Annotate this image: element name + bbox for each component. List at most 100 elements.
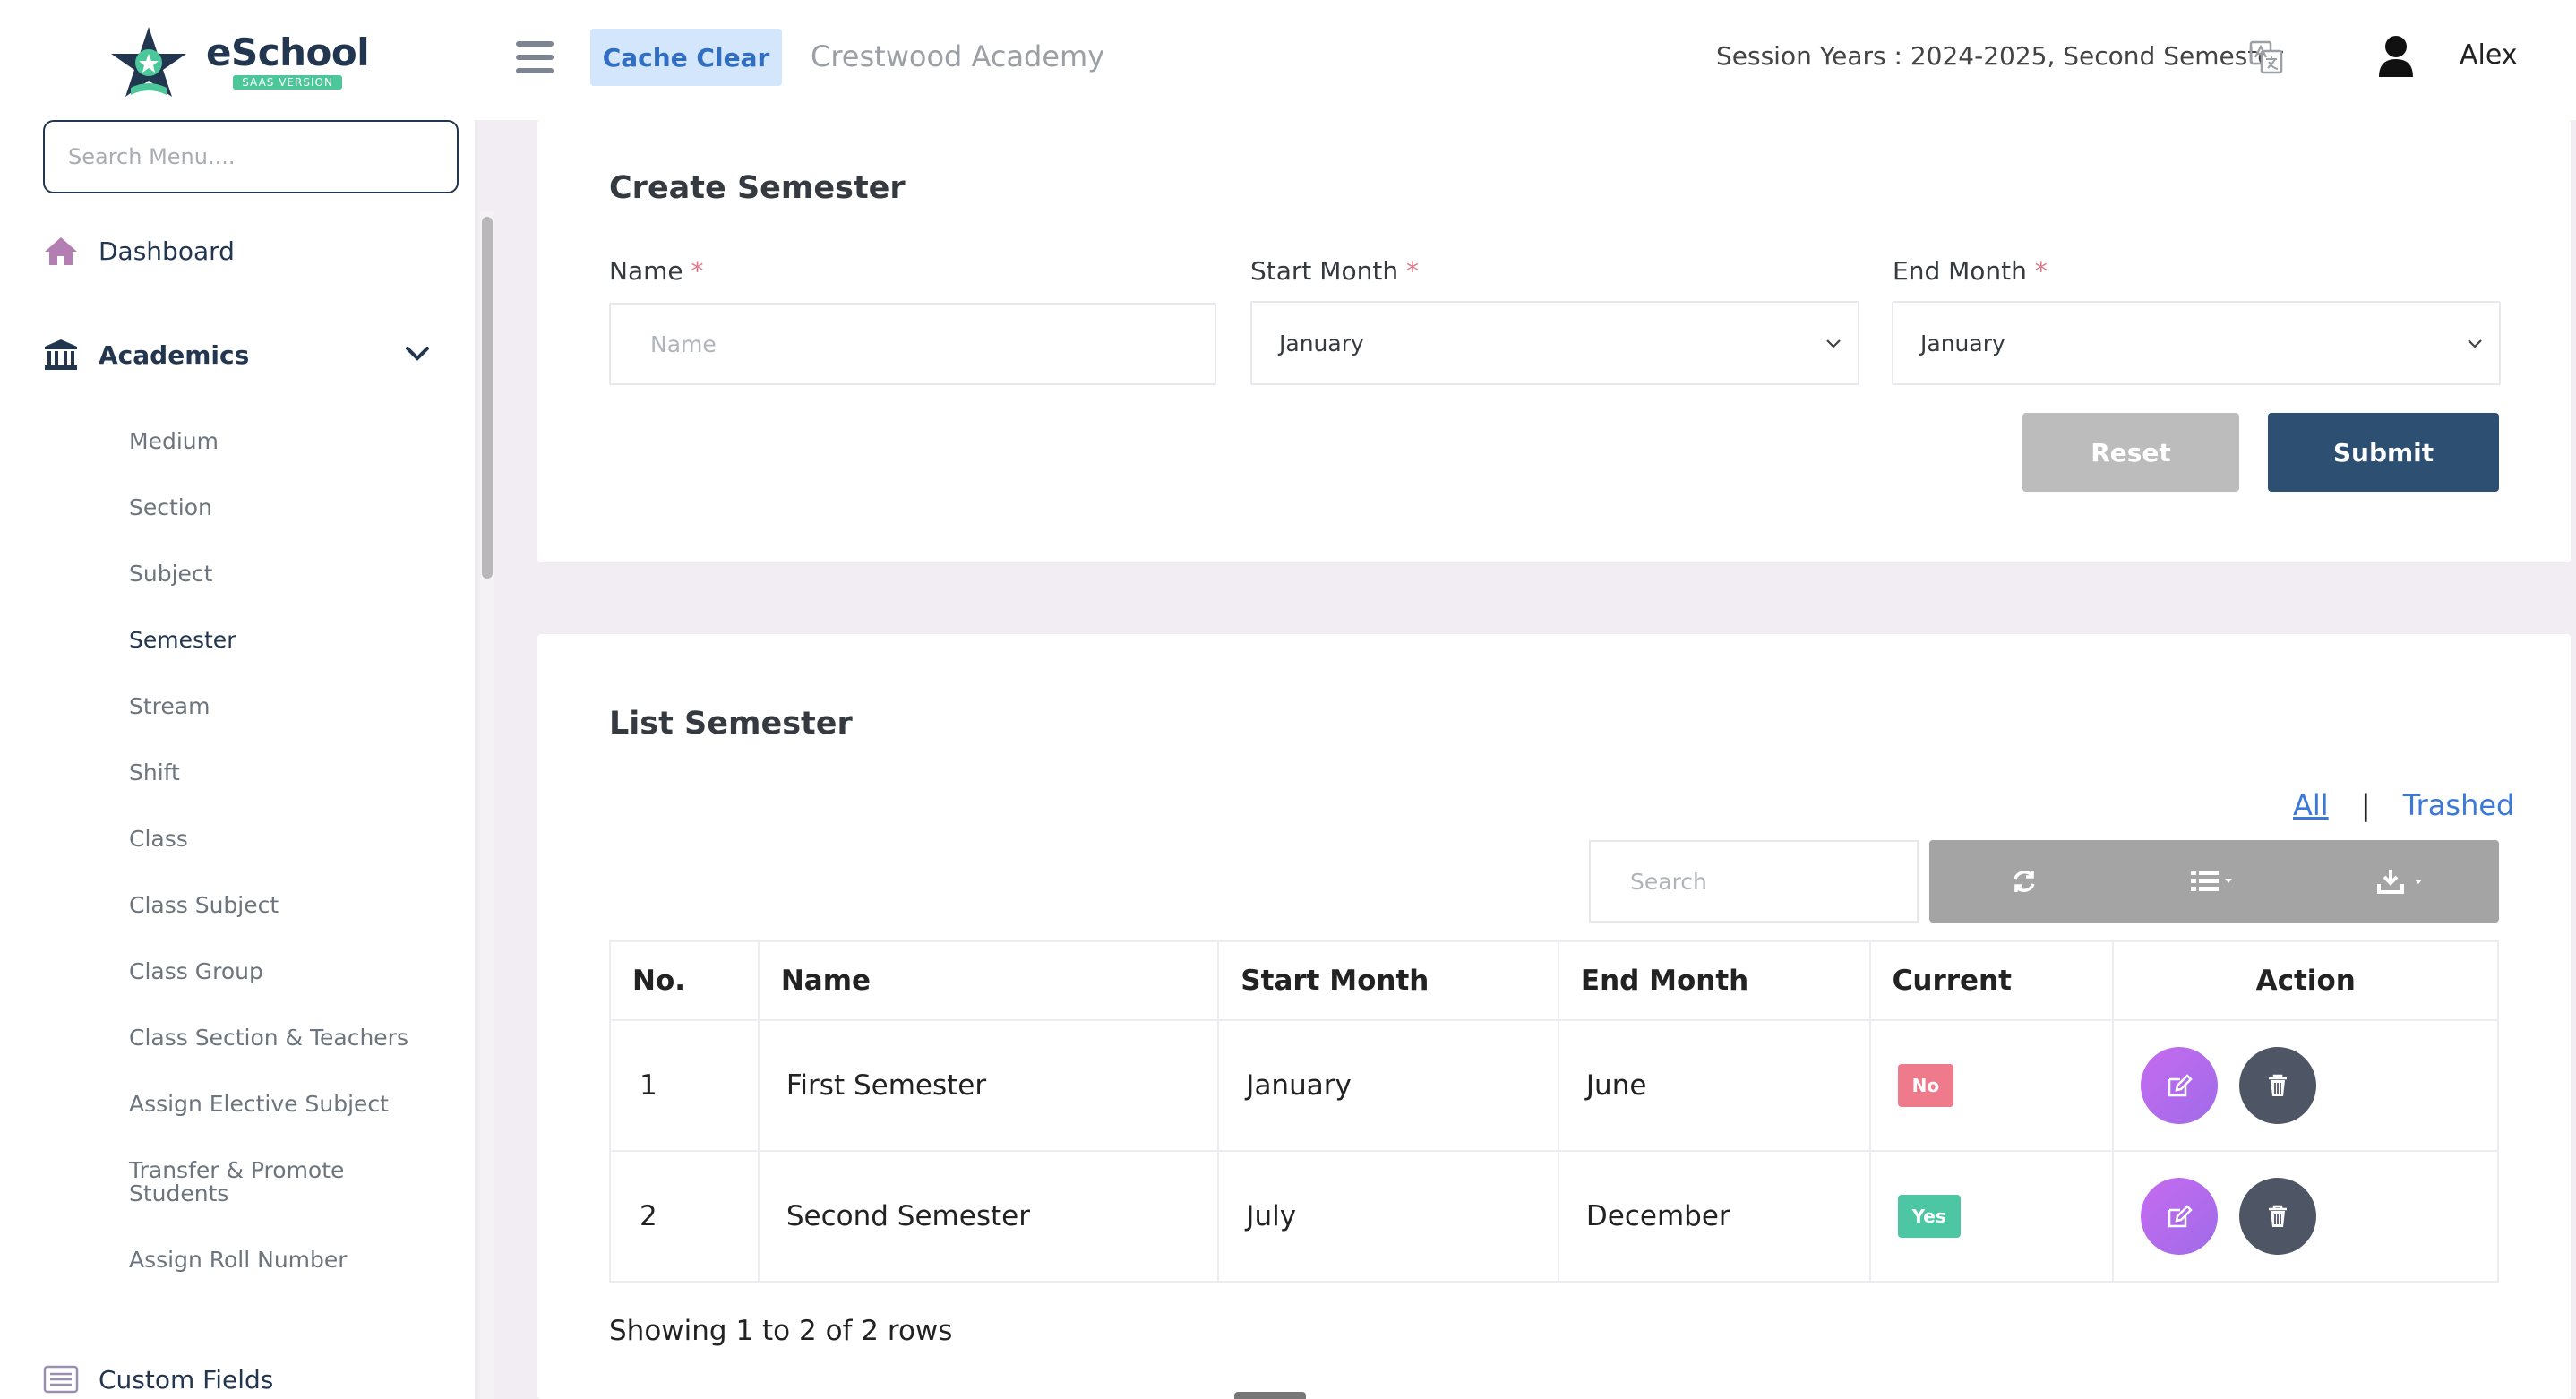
top-navbar: eSchool SAAS VERSION Cache Clear Crestwo… (0, 0, 2576, 120)
semester-table: No. Name Start Month End Month Current A… (609, 940, 2499, 1283)
end-month-value: January (1920, 330, 2005, 356)
required-mark: * (691, 256, 704, 286)
table-header-row: No. Name Start Month End Month Current A… (609, 940, 2499, 1021)
start-month-value: January (1279, 330, 1364, 356)
sidebar-item-class-group[interactable]: Class Group (129, 960, 263, 983)
list-filter-links: All | Trashed (2293, 788, 2514, 822)
delete-button[interactable] (2239, 1047, 2317, 1124)
cell-action (2112, 1019, 2499, 1152)
sidebar-item-section[interactable]: Section (129, 496, 212, 519)
sidebar-item-custom-fields[interactable]: Custom Fields (43, 1363, 273, 1395)
column-header-no[interactable]: No. (609, 940, 760, 1021)
filter-trashed-link[interactable]: Trashed (2403, 788, 2515, 822)
brand-badge: SAAS VERSION (233, 75, 342, 90)
user-name[interactable]: Alex (2460, 39, 2518, 71)
sidebar-item-dashboard[interactable]: Dashboard (43, 235, 235, 267)
hamburger-icon[interactable] (516, 41, 554, 73)
columns-toggle-button[interactable] (2119, 840, 2309, 923)
cell-current: Yes (1868, 1150, 2115, 1283)
status-badge: Yes (1897, 1195, 1961, 1238)
translate-icon[interactable] (2248, 39, 2284, 75)
search-menu-input[interactable] (43, 120, 459, 193)
submit-button[interactable]: Submit (2268, 413, 2499, 492)
required-mark: * (1405, 256, 1419, 286)
trash-icon (2269, 1074, 2288, 1096)
school-name: Crestwood Academy (811, 39, 1105, 73)
sidebar (0, 120, 477, 1399)
filter-all-link[interactable]: All (2293, 788, 2329, 822)
required-mark: * (2034, 256, 2048, 286)
sidebar-scrollbar-thumb[interactable] (482, 217, 493, 579)
bank-icon (45, 339, 77, 370)
cache-clear-button[interactable]: Cache Clear (590, 29, 782, 86)
brand-name: eSchool (206, 30, 370, 74)
chevron-down-icon (1826, 339, 1841, 348)
list-semester-title: List Semester (609, 706, 853, 742)
pagination-info: Showing 1 to 2 of 2 rows (609, 1315, 953, 1347)
sidebar-item-shift[interactable]: Shift (129, 761, 180, 785)
cell-current: No (1868, 1019, 2115, 1152)
edit-icon (2168, 1205, 2194, 1228)
column-header-action: Action (2112, 940, 2499, 1021)
brand-logo[interactable]: eSchool SAAS VERSION (104, 23, 373, 99)
name-label: Name * (609, 256, 704, 286)
cell-end-month: December (1557, 1150, 1871, 1283)
end-month-label: End Month * (1893, 256, 2048, 286)
list-columns-icon (2191, 871, 2232, 891)
cell-name: Second Semester (757, 1150, 1220, 1283)
refresh-icon (2014, 871, 2035, 892)
sidebar-item-assign-roll-number[interactable]: Assign Roll Number (129, 1249, 348, 1272)
download-icon (2377, 870, 2422, 894)
list-box-icon (43, 1365, 79, 1394)
end-month-select[interactable]: January (1892, 301, 2501, 385)
column-header-start-month[interactable]: Start Month (1217, 940, 1559, 1021)
sidebar-item-subject[interactable]: Subject (129, 562, 212, 586)
sidebar-item-label: Dashboard (99, 236, 235, 266)
cell-name: First Semester (757, 1019, 1220, 1152)
sidebar-item-stream[interactable]: Stream (129, 695, 210, 718)
sidebar-item-academics[interactable]: Academics (43, 339, 249, 371)
refresh-button[interactable] (1929, 840, 2119, 923)
name-input[interactable] (609, 303, 1216, 385)
table-search-input[interactable] (1589, 840, 1919, 923)
table-toolbar (1929, 840, 2499, 923)
sidebar-item-class-subject[interactable]: Class Subject (129, 894, 279, 917)
column-header-current[interactable]: Current (1868, 940, 2115, 1021)
sidebar-item-medium[interactable]: Medium (129, 430, 219, 453)
cell-end-month: June (1557, 1019, 1871, 1152)
status-badge: No (1897, 1064, 1954, 1107)
edit-button[interactable] (2141, 1047, 2219, 1124)
sidebar-item-semester[interactable]: Semester (129, 629, 236, 652)
cell-start-month: January (1217, 1019, 1559, 1152)
column-header-name[interactable]: Name (757, 940, 1220, 1021)
reset-button[interactable]: Reset (2022, 413, 2239, 492)
start-month-label: Start Month * (1250, 256, 1419, 286)
sidebar-item-transfer-promote-students[interactable]: Transfer & Promote Students (129, 1159, 398, 1206)
edit-button[interactable] (2141, 1178, 2219, 1255)
column-header-end-month[interactable]: End Month (1557, 940, 1871, 1021)
create-semester-title: Create Semester (609, 170, 906, 206)
sidebar-item-assign-elective-subject[interactable]: Assign Elective Subject (129, 1093, 389, 1116)
delete-button[interactable] (2239, 1178, 2317, 1255)
cell-start-month: July (1217, 1150, 1559, 1283)
scroll-to-top-handle[interactable] (1234, 1392, 1306, 1399)
table-row: 2 Second Semester July December Yes (609, 1150, 2499, 1283)
cell-no: 2 (609, 1150, 760, 1283)
sidebar-item-class[interactable]: Class (129, 828, 188, 851)
home-icon (45, 237, 77, 265)
cell-action (2112, 1150, 2499, 1283)
chevron-down-icon[interactable] (405, 346, 430, 362)
filter-separator: | (2360, 788, 2371, 822)
user-icon[interactable] (2377, 34, 2415, 79)
chevron-down-icon (2468, 339, 2482, 348)
session-years-text: Session Years : 2024-2025, Second Semest… (1716, 41, 2284, 71)
start-month-select[interactable]: January (1250, 301, 1859, 385)
cell-no: 1 (609, 1019, 760, 1152)
sidebar-item-class-section-teachers[interactable]: Class Section & Teachers (129, 1026, 408, 1050)
sidebar-item-label: Custom Fields (99, 1364, 274, 1395)
export-button[interactable] (2309, 840, 2499, 923)
eschool-logo-icon (111, 27, 186, 97)
table-row: 1 First Semester January June No (609, 1019, 2499, 1152)
edit-icon (2168, 1074, 2194, 1097)
trash-icon (2269, 1205, 2288, 1227)
